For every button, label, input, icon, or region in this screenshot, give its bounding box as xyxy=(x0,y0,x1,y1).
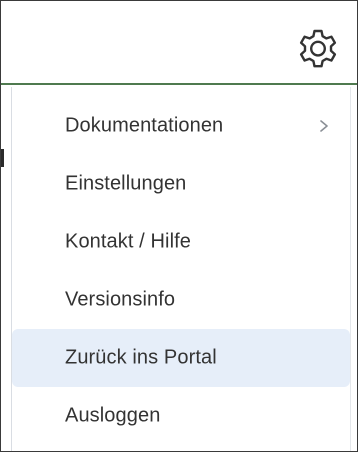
background-edge-mark xyxy=(1,149,4,167)
menu-border-right xyxy=(350,87,351,451)
header-bar xyxy=(1,1,357,83)
menu-item-zurueck-ins-portal[interactable]: Zurück ins Portal xyxy=(12,329,350,387)
settings-dropdown-screenshot: Dokumentationen Einstellungen Kontakt / … xyxy=(0,0,358,452)
menu-item-einstellungen[interactable]: Einstellungen xyxy=(12,155,350,213)
chevron-right-icon xyxy=(317,119,331,133)
menu-item-label: Zurück ins Portal xyxy=(65,346,217,369)
menu-item-label: Einstellungen xyxy=(65,172,187,195)
menu-item-label: Dokumentationen xyxy=(65,114,224,137)
header-divider xyxy=(1,83,357,85)
menu-item-versionsinfo[interactable]: Versionsinfo xyxy=(12,271,350,329)
menu-item-label: Versionsinfo xyxy=(65,288,176,311)
menu-item-label: Ausloggen xyxy=(65,404,161,427)
settings-menu: Dokumentationen Einstellungen Kontakt / … xyxy=(12,97,350,445)
menu-item-ausloggen[interactable]: Ausloggen xyxy=(12,387,350,445)
menu-item-dokumentationen[interactable]: Dokumentationen xyxy=(12,97,350,155)
menu-item-label: Kontakt / Hilfe xyxy=(65,230,192,253)
menu-item-kontakt-hilfe[interactable]: Kontakt / Hilfe xyxy=(12,213,350,271)
gear-icon[interactable] xyxy=(294,25,342,73)
